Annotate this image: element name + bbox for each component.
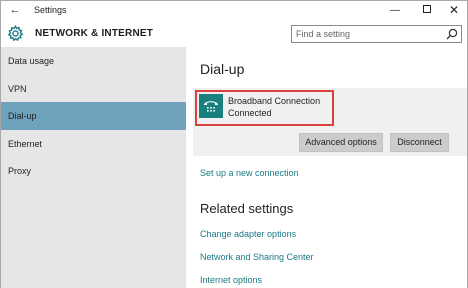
highlight-box [195, 90, 334, 126]
section-title: NETWORK & INTERNET [35, 28, 154, 39]
related-settings-heading: Related settings [200, 201, 294, 216]
search-icon[interactable] [446, 28, 458, 40]
back-arrow-icon[interactable]: ← [9, 3, 21, 17]
sidebar-item-dial-up[interactable]: Dial-up [1, 102, 186, 130]
close-button[interactable]: ✕ [439, 1, 468, 20]
page-title: Dial-up [200, 61, 245, 77]
search-input[interactable] [296, 27, 436, 41]
maximize-button[interactable] [412, 1, 442, 20]
header: NETWORK & INTERNET [1, 20, 467, 47]
main-content: Dial-up Broadband Connection Connected A… [186, 47, 467, 288]
disconnect-button[interactable]: Disconnect [390, 133, 449, 152]
gear-icon [7, 25, 24, 42]
internet-options-link[interactable]: Internet options [200, 275, 262, 285]
sidebar: Data usage VPN Dial-up Ethernet Proxy [1, 47, 186, 288]
setup-connection-link[interactable]: Set up a new connection [200, 168, 299, 178]
sidebar-item-data-usage[interactable]: Data usage [1, 47, 186, 75]
window-title: Settings [34, 5, 67, 15]
search-box[interactable] [291, 25, 462, 43]
advanced-options-button[interactable]: Advanced options [299, 133, 383, 152]
change-adapter-options-link[interactable]: Change adapter options [200, 229, 296, 239]
maximize-icon [423, 5, 431, 14]
network-sharing-center-link[interactable]: Network and Sharing Center [200, 252, 314, 262]
sidebar-item-ethernet[interactable]: Ethernet [1, 130, 186, 158]
minimize-button[interactable]: — [380, 1, 410, 20]
sidebar-item-vpn[interactable]: VPN [1, 75, 186, 103]
sidebar-item-proxy[interactable]: Proxy [1, 157, 186, 185]
settings-window: ← Settings — ✕ NETWORK & INTERNET Data u… [0, 0, 468, 288]
title-bar: ← Settings — ✕ [1, 1, 467, 20]
